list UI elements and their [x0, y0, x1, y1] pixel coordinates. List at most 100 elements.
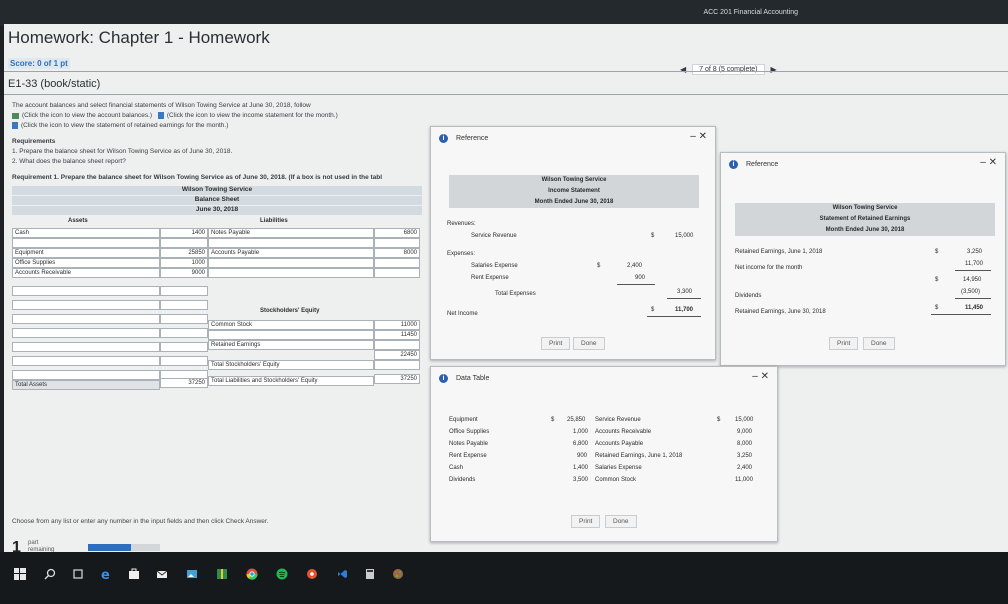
photos-icon[interactable]	[186, 568, 198, 580]
done-button[interactable]: Done	[863, 337, 895, 350]
document-icon[interactable]	[157, 112, 164, 119]
store-icon[interactable]	[128, 568, 140, 580]
data-left-value-6: 3,500	[573, 477, 589, 483]
asset-label-extra-5[interactable]	[12, 342, 160, 352]
equity-value-empty[interactable]	[374, 340, 420, 350]
liability-value-empty[interactable]	[374, 238, 420, 248]
asset-label-2[interactable]: Equipment	[12, 248, 160, 258]
instruction-row-retained: (Click the icon to view the statement of…	[12, 122, 228, 129]
asset-value-empty[interactable]	[160, 238, 208, 248]
liability-value-1[interactable]: 6800	[374, 228, 420, 238]
edge-icon[interactable]: e	[100, 568, 112, 580]
re-title: Statement of Retained Earnings	[735, 214, 995, 225]
data-right-label-2: Accounts Receivable	[595, 429, 652, 435]
equity-label-empty[interactable]	[208, 330, 374, 340]
equity-label-3[interactable]: Total Stockholders' Equity	[208, 360, 374, 370]
spotify-icon[interactable]	[276, 568, 288, 580]
asset-label-extra-3[interactable]	[12, 314, 160, 324]
requirement-1: 1. Prepare the balance sheet for Wilson …	[12, 148, 233, 155]
equity-value-4[interactable]: 37250	[374, 374, 420, 384]
equity-value-empty-2[interactable]	[374, 360, 420, 370]
asset-label-4[interactable]: Accounts Receivable	[12, 268, 160, 278]
asset-label-empty[interactable]	[12, 238, 160, 248]
vscode-icon[interactable]	[336, 568, 348, 580]
document-icon[interactable]	[12, 122, 18, 129]
done-button[interactable]: Done	[573, 337, 605, 350]
homework-title: Homework: Chapter 1 - Homework	[8, 28, 270, 47]
data-right-label-6: Common Stock	[595, 477, 637, 483]
prev-question-button[interactable]: ◀	[680, 65, 686, 74]
liability-value-2[interactable]: 8000	[374, 248, 420, 258]
asset-value-extra-3[interactable]	[160, 314, 208, 324]
maps-icon[interactable]	[216, 568, 228, 580]
done-button[interactable]: Done	[605, 515, 637, 528]
total-assets-value[interactable]: 37250	[160, 378, 208, 388]
data-dollar-left: $	[551, 417, 555, 423]
equity-value-1[interactable]: 11000	[374, 320, 420, 330]
popup-window-controls[interactable]: – ✕	[980, 157, 997, 168]
bs-title: Balance Sheet	[12, 196, 422, 205]
task-view-icon[interactable]	[72, 568, 84, 580]
chrome-icon[interactable]	[246, 568, 258, 580]
asset-label-1[interactable]: Cash	[12, 228, 160, 238]
data-left-value-5: 1,400	[573, 465, 589, 471]
print-button[interactable]: Print	[541, 337, 571, 350]
spreadsheet-icon[interactable]	[12, 112, 19, 119]
data-left-value-4: 900	[577, 453, 588, 459]
asset-value-1[interactable]: 1400	[160, 228, 208, 238]
asset-value-extra-2[interactable]	[160, 300, 208, 310]
asset-label-extra-7[interactable]	[12, 370, 160, 380]
asset-value-extra-1[interactable]	[160, 286, 208, 296]
asset-label-extra-1[interactable]	[12, 286, 160, 296]
asset-label-extra-4[interactable]	[12, 328, 160, 338]
asset-value-extra-4[interactable]	[160, 328, 208, 338]
equity-label-2[interactable]: Retained Earnings	[208, 340, 374, 350]
liability-label-empty[interactable]	[208, 238, 374, 248]
asset-label-3[interactable]: Office Supplies	[12, 258, 160, 268]
re-underline-1	[955, 270, 991, 271]
liability-label-2[interactable]: Accounts Payable	[208, 248, 374, 258]
is-rent-value: 900	[635, 275, 646, 281]
retained-earnings-link[interactable]: (Click the icon to view the statement of…	[21, 122, 228, 129]
liability-value-3[interactable]	[374, 258, 420, 268]
liability-value-4[interactable]	[374, 268, 420, 278]
asset-label-extra-2[interactable]	[12, 300, 160, 310]
print-button[interactable]: Print	[571, 515, 601, 528]
problem-divider	[4, 94, 1008, 95]
progress-bar	[88, 544, 160, 551]
liability-label-4[interactable]	[208, 268, 374, 278]
data-left-label-4: Rent Expense	[449, 453, 487, 459]
is-title: Income Statement	[449, 186, 699, 197]
equity-label-1[interactable]: Common Stock	[208, 320, 374, 330]
question-select[interactable]: 7 of 8 (5 complete)	[692, 64, 765, 75]
calculator-icon[interactable]	[364, 568, 376, 580]
mail-icon[interactable]	[156, 568, 168, 580]
windows-icon[interactable]	[14, 568, 26, 580]
income-statement-link[interactable]: (Click the icon to view the income state…	[167, 112, 338, 119]
check-answer-hint: Choose from any list or enter any number…	[12, 518, 269, 525]
equity-value-3[interactable]: 22450	[374, 350, 420, 360]
equity-value-2[interactable]: 11450	[374, 330, 420, 340]
asset-value-2[interactable]: 25850	[160, 248, 208, 258]
popup-window-controls[interactable]: – ✕	[690, 131, 707, 142]
popup-window-controls[interactable]: – ✕	[752, 371, 769, 382]
liability-label-1[interactable]: Notes Payable	[208, 228, 374, 238]
course-title: ACC 201 Financial Accounting	[703, 9, 798, 16]
next-question-button[interactable]: ▶	[771, 65, 777, 74]
paint-icon[interactable]	[392, 568, 404, 580]
account-balances-link[interactable]: (Click the icon to view the account bala…	[22, 112, 152, 119]
asset-value-3[interactable]: 1000	[160, 258, 208, 268]
asset-value-4[interactable]: 9000	[160, 268, 208, 278]
print-button[interactable]: Print	[829, 337, 859, 350]
progress-fill	[88, 544, 132, 551]
re-net-income-value: 11,700	[965, 261, 983, 267]
liability-label-3[interactable]	[208, 258, 374, 268]
media-icon[interactable]	[306, 568, 318, 580]
re-beginning-value: 3,250	[967, 249, 983, 255]
asset-value-extra-6[interactable]	[160, 356, 208, 366]
asset-value-extra-5[interactable]	[160, 342, 208, 352]
popup-header: i Reference – ✕	[431, 127, 715, 149]
asset-label-extra-6[interactable]	[12, 356, 160, 366]
search-icon[interactable]	[44, 568, 56, 580]
equity-label-4[interactable]: Total Liabilities and Stockholders' Equi…	[208, 376, 374, 386]
